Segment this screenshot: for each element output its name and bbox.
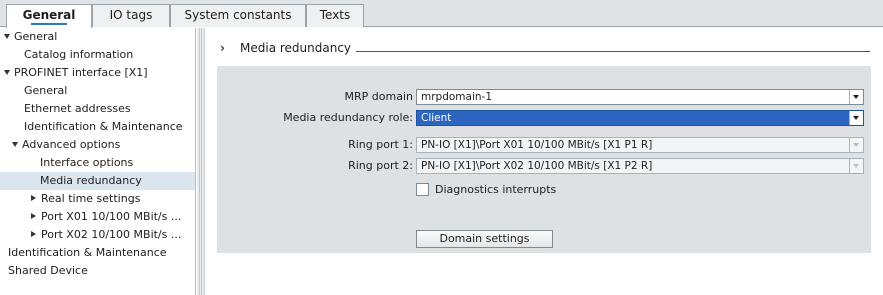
nav-item-interface-general[interactable]: General (0, 82, 195, 100)
ring-port-2-select[interactable]: PN-IO [X1]\Port X02 10/100 MBit/s [X1 P2… (416, 158, 864, 174)
nav-item-label: General (24, 84, 68, 97)
tab-label: System constants (184, 8, 292, 22)
nav-item-label: Real time settings (41, 192, 141, 205)
ring-port-2-value: PN-IO [X1]\Port X02 10/100 MBit/s [X1 P2… (421, 160, 653, 172)
nav-item-label: Port X02 10/100 MBit/s ... (41, 228, 182, 241)
media-redundancy-role-label: Media redundancy role: (283, 111, 413, 124)
chevron-right-icon[interactable]: › (220, 41, 225, 55)
expanded-icon[interactable] (4, 69, 10, 75)
nav-item-label: General (14, 30, 58, 43)
nav-item-label: Media redundancy (40, 174, 142, 187)
nav-item-real-time-settings[interactable]: Real time settings (0, 190, 195, 208)
nav-item-label: Shared Device (8, 264, 88, 277)
diagnostics-interrupts-label: Diagnostics interrupts (435, 183, 557, 196)
active-tab-indicator (31, 23, 67, 25)
nav-item-identification-maintenance[interactable]: Identification & Maintenance (0, 244, 195, 262)
tab-label: Texts (319, 8, 351, 22)
tab-system-constants[interactable]: System constants (170, 4, 306, 27)
collapsed-icon[interactable] (31, 195, 36, 201)
pane-splitter[interactable] (197, 28, 205, 295)
chevron-down-icon (853, 95, 859, 99)
tab-io-tags[interactable]: IO tags (92, 4, 170, 27)
nav-item-label: Identification & Maintenance (8, 246, 167, 259)
nav-item-label: Catalog information (24, 48, 134, 61)
nav-item-port-x01[interactable]: Port X01 10/100 MBit/s ... (0, 208, 195, 226)
nav-item-shared-device[interactable]: Shared Device (0, 262, 195, 280)
ring-port-2-label: Ring port 2: (348, 159, 413, 172)
nav-item-interface-identification-maintenance[interactable]: Identification & Maintenance (0, 118, 195, 136)
ring-port-1-select[interactable]: PN-IO [X1]\Port X01 10/100 MBit/s [X1 P1… (416, 137, 864, 153)
ring-port-2-dropdown-button[interactable] (849, 159, 863, 173)
role-dropdown-button[interactable] (849, 111, 863, 125)
chevron-down-icon (853, 116, 859, 120)
expanded-icon[interactable] (4, 33, 10, 39)
nav-item-label: Interface options (40, 156, 134, 169)
nav-item-label: Port X01 10/100 MBit/s ... (41, 210, 182, 223)
ring-port-1-label: Ring port 1: (348, 138, 413, 151)
section-header-media-redundancy: › Media redundancy (220, 40, 870, 58)
nav-item-label: Identification & Maintenance (24, 120, 183, 133)
media-redundancy-role-select[interactable]: Client (416, 110, 864, 126)
section-title: Media redundancy (240, 41, 352, 55)
diagnostics-interrupts-checkbox[interactable] (416, 182, 429, 196)
nav-item-ethernet-addresses[interactable]: Ethernet addresses (0, 100, 195, 118)
nav-item-profinet-interface[interactable]: PROFINET interface [X1] (0, 64, 195, 82)
splitter-grip[interactable] (199, 28, 202, 295)
tab-label: IO tags (109, 8, 153, 22)
properties-navigation-tree: General Catalog information PROFINET int… (0, 28, 196, 295)
nav-item-label: Ethernet addresses (24, 102, 131, 115)
mrp-domain-dropdown-button[interactable] (849, 90, 863, 104)
tab-texts[interactable]: Texts (306, 4, 364, 27)
nav-item-label: Advanced options (22, 138, 121, 151)
collapsed-icon[interactable] (31, 231, 36, 237)
nav-item-port-x02[interactable]: Port X02 10/100 MBit/s ... (0, 226, 195, 244)
tab-label: General (22, 8, 76, 22)
tab-bar: General IO tags System constants Texts (0, 0, 883, 28)
ring-port-1-value: PN-IO [X1]\Port X01 10/100 MBit/s [X1 P1… (421, 139, 653, 151)
chevron-down-icon (853, 164, 859, 168)
nav-item-label: PROFINET interface [X1] (14, 66, 148, 79)
nav-item-interface-options[interactable]: Interface options (0, 154, 195, 172)
diagnostics-interrupts-option[interactable]: Diagnostics interrupts (416, 182, 556, 198)
nav-item-catalog-information[interactable]: Catalog information (0, 46, 195, 64)
mrp-domain-value: mrpdomain-1 (421, 91, 493, 103)
nav-item-general[interactable]: General (0, 28, 195, 46)
media-redundancy-role-value: Client (421, 112, 452, 124)
media-redundancy-panel: MRP domain mrpdomain-1 Media redundancy … (217, 66, 871, 253)
nav-item-media-redundancy[interactable]: Media redundancy (0, 172, 195, 190)
nav-item-advanced-options[interactable]: Advanced options (0, 136, 195, 154)
mrp-domain-select[interactable]: mrpdomain-1 (416, 89, 864, 105)
collapsed-icon[interactable] (31, 213, 36, 219)
mrp-domain-label: MRP domain (344, 90, 413, 103)
tab-general[interactable]: General (6, 4, 92, 28)
domain-settings-button[interactable]: Domain settings (416, 230, 553, 248)
ring-port-1-dropdown-button[interactable] (849, 138, 863, 152)
section-divider (356, 51, 870, 52)
expanded-icon[interactable] (12, 141, 18, 147)
chevron-down-icon (853, 143, 859, 147)
